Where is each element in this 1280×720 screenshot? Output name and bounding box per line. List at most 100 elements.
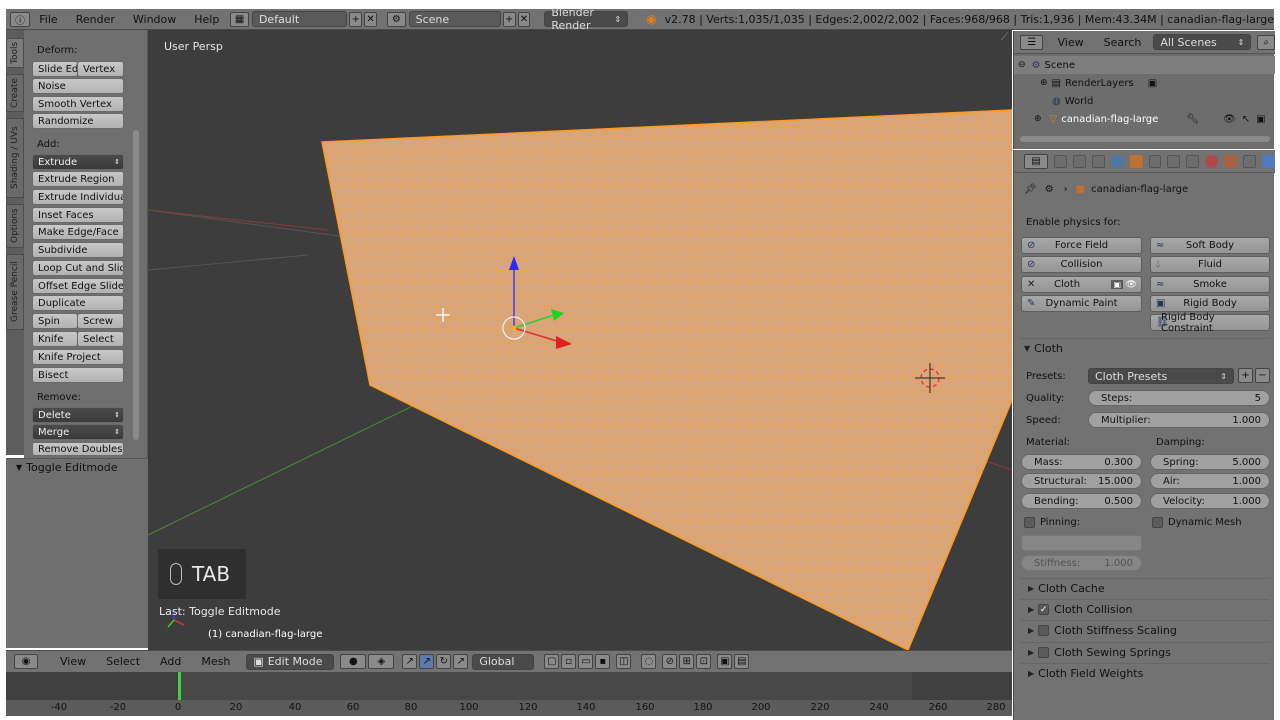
render-icon[interactable]: ▣ [717,654,733,669]
selectable-cursor-icon[interactable]: ↖ [1242,114,1250,125]
knife-select-button[interactable]: Select [77,331,124,347]
limit-selection-icon[interactable]: ◫ [616,654,632,669]
cloth-collision-panel-header[interactable]: ▶ ✓ Cloth Collision [1020,599,1270,619]
scene-tab-icon[interactable] [1091,154,1105,168]
pinning-check-box[interactable] [1024,517,1035,528]
duplicate-button[interactable]: Duplicate [32,295,124,311]
modifiers-tab-icon[interactable] [1167,154,1181,168]
outliner-row-object[interactable]: ⊕ ▽ canadian-flag-large 🔧︎ 👁︎ ↖ ▣ [1014,110,1275,128]
remove-doubles-button[interactable]: Remove Doubles [32,442,124,456]
multiplier-field[interactable]: Multiplier: 1.000 [1088,412,1270,428]
face-select-icon[interactable]: ▪ [595,654,611,669]
viewport-split-widget[interactable]: ⟋ [1001,32,1008,43]
collision-button[interactable]: ⊘ Collision [1021,256,1142,273]
visibility-eye-icon[interactable]: 👁︎ [1126,280,1137,290]
vertex-select-icon[interactable]: ▫ [561,654,577,669]
search-icon[interactable]: ⌕ [1257,34,1275,50]
transform-orientation-select[interactable]: Global [472,653,535,670]
outliner-menu-view[interactable]: View [1057,36,1083,49]
randomize-button[interactable]: Randomize [32,113,124,129]
render-animation-icon[interactable]: ▤ [734,654,750,669]
outliner-scrollbar[interactable] [1020,136,1270,142]
screen-layout-field[interactable]: Default [251,11,348,27]
extrude-menu[interactable]: Extrude ⇕ [32,154,124,170]
remove-scene-icon[interactable]: ✕ [517,11,531,27]
cloth-presets-select[interactable]: Cloth Presets ⇕ [1088,368,1234,384]
scale-icon[interactable]: ↗ [453,654,469,669]
slide-edge-button[interactable]: Slide Ed [32,61,78,77]
properties-editor-icon[interactable]: ▤ [1024,153,1048,169]
delete-menu[interactable]: Delete ⇕ [32,407,124,423]
object-tab-icon[interactable] [1129,154,1143,168]
loop-cut-button[interactable]: Loop Cut and Slide [32,260,124,276]
rigid-body-button[interactable]: ▣ Rigid Body [1150,295,1270,312]
menu-view[interactable]: View [50,655,96,668]
constraints-tab-icon[interactable] [1148,154,1162,168]
render-visibility-icon[interactable]: ▣ [1111,280,1123,289]
snap-element-icon[interactable]: ⊞ [679,654,695,669]
translate-icon[interactable]: ↗ [419,654,435,669]
fluid-button[interactable]: 💧︎ Fluid [1150,256,1270,273]
spring-field[interactable]: Spring: 5.000 [1150,454,1270,470]
add-preset-icon[interactable]: + [1238,368,1253,383]
menu-file[interactable]: File [30,13,66,26]
cloth-cache-panel-header[interactable]: ▶ Cloth Cache [1020,578,1270,598]
outliner-display-mode[interactable]: All Scenes ⇕ [1153,34,1252,50]
viewport-shading-icon[interactable]: ● [340,654,367,669]
visibility-eye-icon[interactable]: 👁︎ [1223,114,1236,125]
cloth-sewing-springs-checkbox[interactable] [1038,647,1050,658]
rotate-icon[interactable]: ↻ [436,654,452,669]
data-tab-icon[interactable] [1186,154,1200,168]
tab-tools[interactable]: Tools [6,38,24,68]
extrude-region-button[interactable]: Extrude Region [32,171,124,187]
tab-grease-pencil[interactable]: Grease Pencil [6,254,24,330]
menu-add[interactable]: Add [150,655,191,668]
close-icon[interactable]: ✕ [1027,279,1035,290]
remove-layout-icon[interactable]: ✕ [364,11,377,27]
air-field[interactable]: Air: 1.000 [1150,473,1270,489]
remove-preset-icon[interactable]: − [1255,368,1270,383]
inset-faces-button[interactable]: Inset Faces [32,207,124,223]
dynamic-mesh-check-box[interactable] [1152,517,1163,528]
offset-edge-slide-button[interactable]: Offset Edge Slide [32,278,124,294]
knife-project-button[interactable]: Knife Project [32,349,124,365]
editor-type-icon[interactable]: ◉ [14,654,38,669]
cloth-panel-header[interactable]: ▼ Cloth [1020,338,1270,358]
menu-mesh[interactable]: Mesh [191,655,240,668]
knife-button[interactable]: Knife [32,331,78,347]
outliner-row-world[interactable]: ◍ World [1014,92,1275,110]
world-tab-icon[interactable] [1110,154,1124,168]
render-layers-tab-icon[interactable] [1072,154,1086,168]
edge-select-icon[interactable]: ▭ [578,654,594,669]
screw-button[interactable]: Screw [77,313,124,329]
smooth-vertex-button[interactable]: Smooth Vertex [32,96,124,112]
render-tab-icon[interactable] [1053,154,1067,168]
pivot-point-icon[interactable]: ◈ [368,654,395,669]
screen-layout-icon[interactable]: ▦ [230,11,249,27]
mass-field[interactable]: Mass: 0.300 [1021,454,1142,470]
snap-target-icon[interactable]: ⊡ [696,654,712,669]
make-edge-face-button[interactable]: Make Edge/Face [32,224,124,240]
tab-options[interactable]: Options [6,204,24,248]
add-scene-icon[interactable]: + [502,11,516,27]
layer-icon[interactable]: ▢ [544,654,560,669]
tool-shelf-scrollbar[interactable] [133,130,139,440]
add-layout-icon[interactable]: + [349,11,363,27]
menu-window[interactable]: Window [124,13,185,26]
renderable-camera-icon[interactable]: ▣ [1256,114,1265,125]
texture-tab-icon[interactable] [1224,154,1238,168]
snap-toggle-icon[interactable]: ⊘ [662,654,678,669]
cloth-stiffness-scaling-checkbox[interactable] [1038,625,1050,636]
pin-icon[interactable]: 📌︎ [1024,184,1037,195]
proportional-edit-icon[interactable]: ◌ [641,654,657,669]
mode-select[interactable]: ▣ Edit Mode [246,653,335,670]
smoke-button[interactable]: ≈ Smoke [1150,276,1270,293]
tab-create[interactable]: Create [6,74,24,112]
bending-field[interactable]: Bending: 0.500 [1021,493,1142,509]
force-field-button[interactable]: ⊘ Force Field [1021,237,1142,254]
bisect-button[interactable]: Bisect [32,367,124,383]
cloth-collision-checkbox[interactable]: ✓ [1038,604,1050,615]
physics-tab-icon[interactable] [1262,154,1276,168]
outliner-menu-search[interactable]: Search [1104,36,1142,49]
noise-button[interactable]: Noise [32,78,124,94]
